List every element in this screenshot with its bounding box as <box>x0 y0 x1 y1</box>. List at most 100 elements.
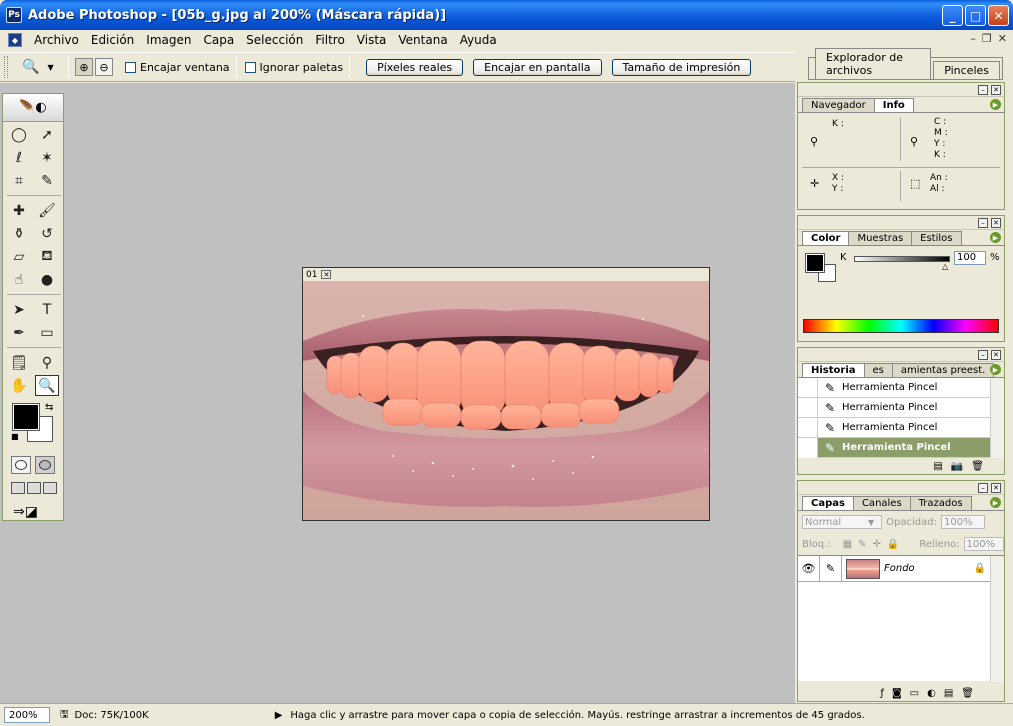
screen-mode-full-button[interactable] <box>43 482 57 494</box>
dodge-tool-icon[interactable]: ● <box>35 269 59 290</box>
move-tool-icon[interactable]: ➚ <box>35 124 59 145</box>
zoom-tool-icon[interactable]: 🔍 <box>35 375 59 396</box>
doc-minimize-icon[interactable]: – <box>970 32 976 45</box>
smudge-tool-icon[interactable]: ☝ <box>7 269 31 290</box>
brush-tool-icon[interactable]: 🖌 <box>35 200 59 221</box>
delete-state-icon[interactable]: 🗑 <box>971 461 984 472</box>
tab-history[interactable]: Historia <box>802 363 865 377</box>
lock-all-icon[interactable]: 🔒 <box>887 539 899 550</box>
jump-to-imageready-icon[interactable]: ⇒◪ <box>13 504 63 520</box>
palette-minimize-icon[interactable]: – <box>978 218 988 228</box>
tab-actions[interactable]: es <box>863 363 893 377</box>
ignore-palettes-checkbox[interactable]: Ignorar paletas <box>244 61 343 74</box>
k-value-input[interactable]: 100 <box>954 251 986 265</box>
snapshot-icon[interactable]: 📷 <box>951 461 963 472</box>
palette-minimize-icon[interactable]: – <box>978 350 988 360</box>
zoom-out-button[interactable]: ⊖ <box>95 58 113 76</box>
history-brush-tool-icon[interactable]: ↺ <box>35 223 59 244</box>
eraser-tool-icon[interactable]: ▱ <box>7 246 31 267</box>
status-menu-arrow-icon[interactable]: ▶ <box>275 710 283 721</box>
doc-restore-icon[interactable]: ❐ <box>982 32 992 45</box>
opacity-input[interactable]: 100% <box>940 515 985 529</box>
doc-info-icon[interactable]: 🖫 <box>60 707 69 724</box>
palette-close-icon[interactable]: ✕ <box>991 350 1001 360</box>
fit-window-checkbox[interactable]: Encajar ventana <box>125 61 230 74</box>
k-slider-track[interactable] <box>854 256 950 262</box>
swap-colors-icon[interactable]: ⇆ <box>45 402 53 413</box>
menu-edicion[interactable]: Edición <box>85 33 140 47</box>
rectangle-tool-icon[interactable]: ▭ <box>35 322 59 343</box>
minimize-button[interactable]: _ <box>942 5 963 26</box>
image-canvas[interactable] <box>303 281 709 520</box>
lasso-tool-icon[interactable]: ℓ <box>7 147 31 168</box>
path-selection-tool-icon[interactable]: ➤ <box>7 299 31 320</box>
marquee-tool-icon[interactable]: ◯ <box>7 124 31 145</box>
document-menu-icon[interactable]: ◆ <box>8 33 22 47</box>
new-layer-icon[interactable]: ▤ <box>944 688 953 699</box>
menu-filtro[interactable]: Filtro <box>309 33 350 47</box>
tab-navigator[interactable]: Navegador <box>802 98 875 112</box>
palette-menu-icon[interactable]: ▶ <box>990 364 1001 375</box>
standard-mode-button[interactable] <box>11 456 31 474</box>
paint-bucket-tool-icon[interactable]: ⛾ <box>35 246 59 267</box>
magic-wand-tool-icon[interactable]: ✶ <box>35 147 59 168</box>
palette-menu-icon[interactable]: ▶ <box>990 99 1001 110</box>
toolbox-header-logo[interactable]: 🪶◐ <box>3 94 63 122</box>
eyedropper-tool-icon[interactable]: ⚲ <box>35 352 59 373</box>
slice-tool-icon[interactable]: ✎ <box>35 170 59 191</box>
tool-preset-picker[interactable]: 🔍 ▼ <box>22 59 62 75</box>
layers-scrollbar[interactable] <box>990 556 1004 682</box>
tab-styles[interactable]: Estilos <box>911 231 962 245</box>
palette-minimize-icon[interactable]: – <box>978 483 988 493</box>
healing-brush-tool-icon[interactable]: ✚ <box>7 200 31 221</box>
palette-close-icon[interactable]: ✕ <box>991 483 1001 493</box>
tab-info[interactable]: Info <box>873 98 914 112</box>
options-bar-grip[interactable] <box>4 56 8 78</box>
tab-file-browser[interactable]: Explorador de archivos <box>815 48 932 79</box>
color-ramp[interactable] <box>803 319 999 333</box>
layer-mask-icon[interactable]: ◙ <box>892 688 902 699</box>
screen-mode-standard-button[interactable] <box>11 482 25 494</box>
delete-layer-icon[interactable]: 🗑 <box>961 688 974 699</box>
screen-mode-full-menu-button[interactable] <box>27 482 41 494</box>
tab-color[interactable]: Color <box>802 231 850 245</box>
close-button[interactable]: ✕ <box>988 5 1009 26</box>
hand-tool-icon[interactable]: ✋ <box>7 375 31 396</box>
quick-mask-mode-button[interactable] <box>35 456 55 474</box>
lock-image-icon[interactable]: ✎ <box>858 539 866 550</box>
fit-screen-button[interactable]: Encajar en pantalla <box>473 58 602 76</box>
clone-stamp-tool-icon[interactable]: ⚱ <box>7 223 31 244</box>
doc-close-icon[interactable]: ✕ <box>998 32 1007 45</box>
crop-tool-icon[interactable]: ⌗ <box>7 170 31 191</box>
palette-menu-icon[interactable]: ▶ <box>990 497 1001 508</box>
new-document-from-state-icon[interactable]: ▤ <box>933 461 942 472</box>
palette-menu-icon[interactable]: ▶ <box>990 232 1001 243</box>
palette-close-icon[interactable]: ✕ <box>991 218 1001 228</box>
new-set-icon[interactable]: ▭ <box>910 688 919 699</box>
pen-tool-icon[interactable]: ✒ <box>7 322 31 343</box>
layer-style-icon[interactable]: ƒ <box>880 688 884 699</box>
menu-capa[interactable]: Capa <box>197 33 240 47</box>
menu-vista[interactable]: Vista <box>351 33 393 47</box>
maximize-button[interactable]: □ <box>965 5 986 26</box>
eye-icon[interactable]: 👁 <box>798 555 820 582</box>
foreground-color-chip[interactable] <box>805 253 825 273</box>
print-size-button[interactable]: Tamaño de impresión <box>611 58 752 76</box>
menu-seleccion[interactable]: Selección <box>240 33 309 47</box>
tab-channels[interactable]: Canales <box>852 496 911 510</box>
menu-ventana[interactable]: Ventana <box>392 33 453 47</box>
menu-imagen[interactable]: Imagen <box>140 33 197 47</box>
tab-swatches[interactable]: Muestras <box>848 231 913 245</box>
lock-position-icon[interactable]: ✛ <box>873 539 881 550</box>
lock-transparency-icon[interactable]: ▦ <box>843 539 852 550</box>
menu-archivo[interactable]: Archivo <box>28 33 85 47</box>
actual-pixels-button[interactable]: Píxeles reales <box>366 58 464 76</box>
k-slider-handle[interactable]: △ <box>942 262 948 271</box>
history-scrollbar[interactable] <box>990 378 1004 458</box>
tab-tool-presets[interactable]: amientas preest. <box>891 363 995 377</box>
fill-input[interactable]: 100% <box>963 537 1004 551</box>
layer-row[interactable]: 👁 ✎ Fondo 🔒 <box>798 555 1004 582</box>
type-tool-icon[interactable]: T <box>35 299 59 320</box>
history-item[interactable]: ✎ Herramienta Pincel <box>798 417 1004 438</box>
document-close-icon[interactable]: ✕ <box>321 270 332 279</box>
